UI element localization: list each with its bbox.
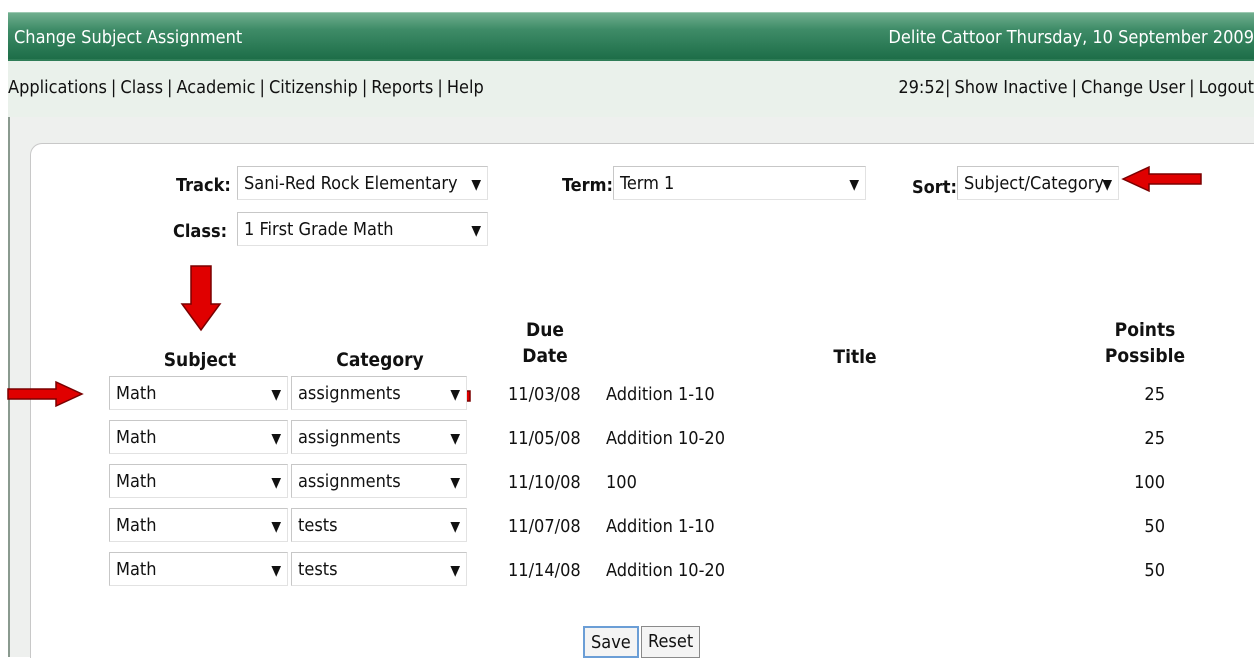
class-label: Class: [173, 221, 228, 242]
assignment-title: Addition 1-10 [606, 384, 715, 405]
points-possible: 50 [1144, 516, 1165, 537]
due-date: 11/03/08 [508, 384, 581, 405]
menu-separator: | [110, 77, 117, 98]
class-select[interactable]: 1 First Grade Math ▼ [237, 212, 488, 246]
category-header: Category [336, 349, 424, 371]
assignment-title: Addition 10-20 [606, 428, 726, 449]
chevron-down-icon: ▼ [450, 563, 460, 579]
chevron-down-icon: ▼ [849, 177, 859, 193]
subject-header: Subject [163, 349, 237, 371]
term-value: Term 1 [620, 173, 675, 194]
category-value: assignments [298, 471, 401, 492]
title-bar: Change Subject Assignment Delite Cattoor… [8, 12, 1254, 59]
chevron-down-icon: ▼ [450, 519, 460, 535]
track-label: Track: [176, 175, 231, 196]
top-margin [0, 0, 1254, 12]
category-value: assignments [298, 383, 401, 404]
reset-button[interactable]: Reset [641, 626, 701, 658]
term-select[interactable]: Term 1 ▼ [613, 166, 866, 200]
menu-separator: | [437, 77, 443, 98]
category-select[interactable]: assignments ▼ [291, 376, 467, 410]
subject-value: Math [116, 427, 157, 448]
points-header-line1: Points [1114, 319, 1176, 341]
points-possible: 50 [1144, 560, 1165, 581]
chevron-down-icon: ▼ [471, 177, 481, 193]
chevron-down-icon: ▼ [271, 387, 281, 403]
subject-select[interactable]: Math ▼ [109, 420, 288, 454]
menu-citizenship[interactable]: Citizenship [269, 77, 358, 98]
due-date: 11/05/08 [508, 428, 581, 449]
subject-select[interactable]: Math ▼ [109, 508, 288, 542]
track-select[interactable]: Sani-Red Rock Elementary ▼ [237, 166, 488, 200]
points-possible: 25 [1144, 428, 1165, 449]
menu-show-inactive[interactable]: Show Inactive [954, 77, 1067, 98]
chevron-down-icon: ▼ [271, 563, 281, 579]
category-value: tests [298, 559, 338, 580]
red-arrow-icon [1121, 165, 1202, 193]
category-value: tests [298, 515, 338, 536]
category-value: assignments [298, 427, 401, 448]
subject-value: Math [116, 471, 157, 492]
save-button[interactable]: Save [583, 626, 639, 658]
due-date-header-line2: Date [522, 345, 568, 367]
assignment-title: Addition 10-20 [606, 560, 726, 581]
sort-select[interactable]: Subject/Category ▼ [957, 166, 1119, 200]
subject-value: Math [116, 383, 157, 404]
red-arrow-icon [7, 380, 84, 408]
menu-academic[interactable]: Academic [176, 77, 255, 98]
menu-class[interactable]: Class [120, 77, 163, 98]
chevron-down-icon: ▼ [271, 519, 281, 535]
assignment-title: Addition 1-10 [606, 516, 715, 537]
class-value: 1 First Grade Math [244, 219, 394, 240]
points-header-line2: Possible [1104, 345, 1186, 367]
menu-bar: Applications | Class | Academic | Citizenship |… [8, 59, 1254, 117]
menu-separator: | [1071, 77, 1078, 98]
menu-help[interactable]: Help [447, 77, 484, 98]
category-select[interactable]: tests ▼ [291, 508, 467, 542]
category-select[interactable]: assignments ▼ [291, 420, 467, 454]
main-menu: Applications | Class | Academic | Citizenship |… [8, 77, 484, 98]
due-date: 11/14/08 [508, 560, 581, 581]
menu-separator: | [1189, 77, 1195, 98]
menu-change-user[interactable]: Change User [1081, 77, 1185, 98]
menu-reports[interactable]: Reports [371, 77, 433, 98]
menu-logout[interactable]: Logout [1199, 77, 1254, 98]
category-select[interactable]: tests ▼ [291, 552, 467, 586]
points-possible: 100 [1134, 472, 1165, 493]
sort-value: Subject/Category [964, 173, 1104, 194]
sort-label: Sort: [912, 177, 957, 198]
menu-applications[interactable]: Applications [8, 77, 107, 98]
subject-select[interactable]: Math ▼ [109, 464, 288, 498]
term-label: Term: [562, 175, 613, 196]
chevron-down-icon: ▼ [450, 431, 460, 447]
page-title: Change Subject Assignment [14, 27, 243, 48]
menu-separator: | [361, 77, 368, 98]
subject-value: Math [116, 515, 157, 536]
points-possible: 25 [1144, 384, 1165, 405]
due-date: 11/07/08 [508, 516, 581, 537]
menu-separator: | [167, 77, 173, 98]
chevron-down-icon: ▼ [450, 475, 460, 491]
session-menu: 29:52| Show Inactive | Change User | Logout [898, 77, 1254, 98]
chevron-down-icon: ▼ [271, 431, 281, 447]
subject-select[interactable]: Math ▼ [109, 552, 288, 586]
due-date-header-line1: Due [526, 319, 564, 341]
menu-separator: | [259, 77, 265, 98]
subject-value: Math [116, 559, 157, 580]
assignment-title: 100 [606, 472, 637, 493]
chevron-down-icon: ▼ [471, 223, 481, 239]
category-select[interactable]: assignments ▼ [291, 464, 467, 498]
session-timer: 29:52 [898, 77, 945, 98]
chevron-down-icon: ▼ [450, 387, 460, 403]
due-date: 11/10/08 [508, 472, 581, 493]
chevron-down-icon: ▼ [1102, 177, 1112, 193]
user-date: Delite Cattoor Thursday, 10 September 20… [888, 27, 1254, 48]
chevron-down-icon: ▼ [271, 475, 281, 491]
track-value: Sani-Red Rock Elementary [244, 173, 458, 194]
red-arrow-icon [180, 265, 222, 332]
subject-select[interactable]: Math ▼ [109, 376, 288, 410]
title-header: Title [833, 346, 877, 368]
